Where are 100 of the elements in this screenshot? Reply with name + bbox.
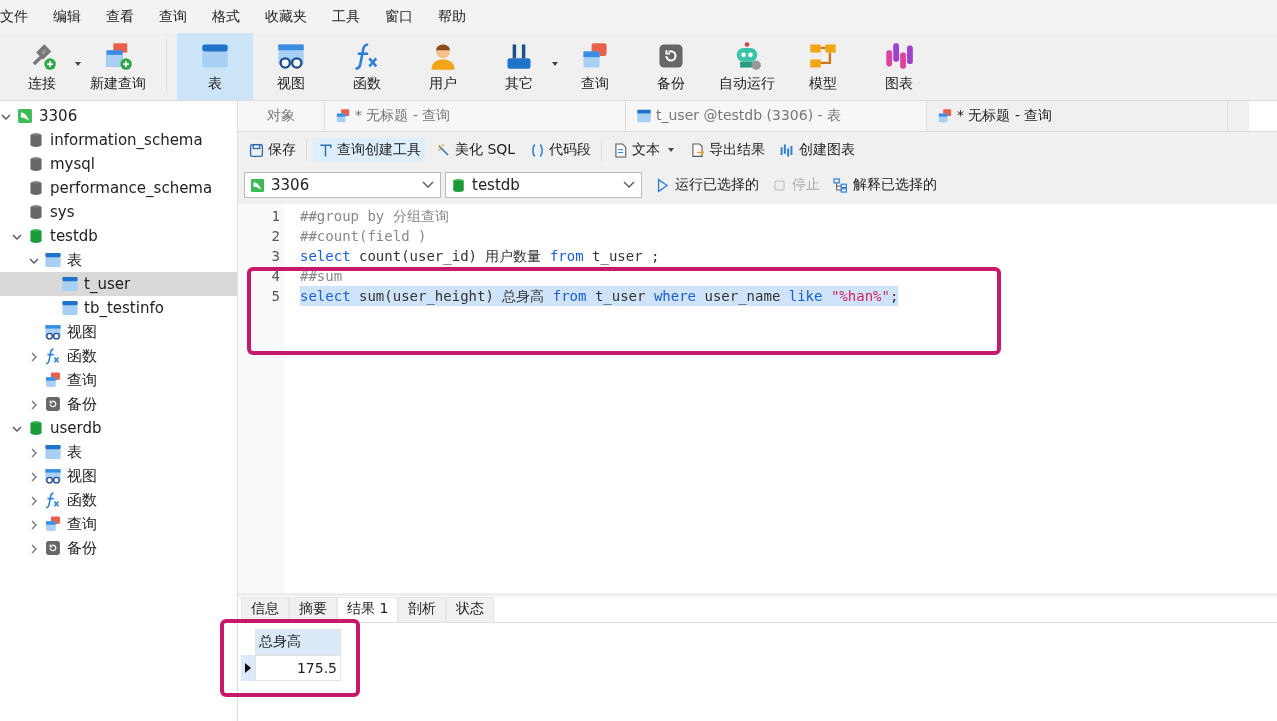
database-icon — [27, 419, 45, 437]
view-icon — [44, 323, 62, 341]
table-icon — [61, 275, 79, 293]
function-icon — [44, 491, 62, 509]
line-number: 3 — [270, 247, 281, 266]
tree-item[interactable]: sys — [0, 200, 237, 224]
toolbar-button[interactable]: 表 — [177, 33, 253, 100]
code-line: ##sum — [300, 267, 344, 286]
menu-item[interactable]: 查看 — [106, 7, 148, 26]
result-tab[interactable]: 剖析 — [398, 597, 447, 622]
query-icon — [580, 40, 610, 71]
menu-item[interactable]: 格式 — [212, 7, 254, 26]
result-tab[interactable]: 结果 1 — [337, 597, 399, 622]
tree-item[interactable]: 备份 — [0, 536, 237, 560]
database-icon — [27, 179, 45, 197]
magic-wand-icon — [435, 141, 452, 159]
tree-item[interactable]: information_schema — [0, 128, 237, 152]
toolbar-button[interactable]: 模型 — [785, 33, 861, 100]
action-button[interactable]: 运行已选择的 — [654, 176, 759, 194]
menu-item[interactable]: 收藏夹 — [265, 7, 321, 26]
code-line: ##count(field ) — [300, 227, 428, 246]
document-tab[interactable]: * 无标题 - 查询 — [325, 101, 626, 131]
tree-item[interactable]: 函数 — [0, 344, 237, 368]
toolbar-button[interactable]: 其它 — [481, 33, 557, 100]
dropdown-caret-icon[interactable] — [74, 61, 82, 67]
bar-chart-icon — [884, 40, 914, 71]
toolbar-button[interactable]: 保存 — [244, 138, 300, 162]
tree-item[interactable]: 视图 — [0, 464, 237, 488]
line-number: 5 — [270, 287, 281, 306]
backup-icon — [44, 395, 62, 413]
save-icon — [248, 141, 265, 159]
tree-item[interactable]: 函数 — [0, 488, 237, 512]
toolbar-button[interactable]: 创建图表 — [775, 138, 860, 162]
toolbar-button[interactable]: 美化 SQL — [431, 138, 520, 162]
query-icon — [335, 108, 351, 124]
tree-item[interactable]: performance_schema — [0, 176, 237, 200]
code-line: select count(user_id) 用户数量 from t_user ; — [300, 247, 661, 266]
tree-item[interactable]: tb_testinfo — [0, 296, 237, 320]
toolbar-button[interactable]: 连接 — [4, 33, 80, 100]
menu-item[interactable]: 工具 — [332, 7, 374, 26]
query-icon — [44, 515, 62, 533]
result-tab[interactable]: 状态 — [446, 597, 495, 622]
tree-item[interactable]: mysql — [0, 152, 237, 176]
line-number: 4 — [270, 267, 281, 286]
tree-item[interactable]: t_user — [0, 272, 237, 296]
tree-item[interactable]: 视图 — [0, 320, 237, 344]
tree-item[interactable]: 3306 — [0, 104, 237, 128]
table-icon — [44, 251, 62, 269]
database-select[interactable]: testdb — [445, 172, 642, 198]
action-button[interactable]: 解释已选择的 — [832, 176, 937, 194]
connection-select[interactable]: 3306 — [244, 172, 441, 198]
tree-item[interactable]: 查询 — [0, 512, 237, 536]
tree-item[interactable]: 备份 — [0, 392, 237, 416]
backup-icon — [44, 539, 62, 557]
tree-item[interactable]: 表 — [0, 440, 237, 464]
query-icon — [937, 108, 953, 124]
table-icon — [44, 443, 62, 461]
menu-item[interactable]: 帮助 — [438, 7, 480, 26]
toolbar-button[interactable]: 导出结果 — [685, 138, 770, 162]
tree-item[interactable]: 表 — [0, 248, 237, 272]
export-icon — [689, 141, 707, 159]
line-number: 1 — [270, 207, 281, 226]
document-tab[interactable]: t_user @testdb (3306) - 表 — [626, 101, 927, 131]
toolbar-button[interactable]: 函数 — [329, 33, 405, 100]
database-icon — [27, 155, 45, 173]
menu-item[interactable]: 窗口 — [385, 7, 427, 26]
connection-icon — [249, 176, 266, 194]
document-tab[interactable]: 对象 — [238, 101, 325, 131]
menu-item[interactable]: 查询 — [159, 7, 201, 26]
menu-item[interactable]: 文件 — [0, 7, 42, 26]
chevron-down-icon — [422, 181, 434, 189]
toolbar-button[interactable]: 代码段 — [525, 138, 596, 162]
empty-tab-area — [1249, 101, 1277, 131]
database-icon — [27, 203, 45, 221]
tree-item[interactable]: 查询 — [0, 368, 237, 392]
toolbar-button[interactable]: 图表 — [861, 33, 937, 100]
toolbar-button[interactable]: 查询 — [557, 33, 633, 100]
tree-item[interactable]: testdb — [0, 224, 237, 248]
dropdown-caret-icon[interactable] — [551, 61, 559, 67]
query-icon — [44, 371, 62, 389]
table-icon — [61, 299, 79, 317]
new-query-icon — [103, 40, 133, 71]
connection-icon — [16, 107, 34, 125]
function-icon — [44, 347, 62, 365]
toolbar-button[interactable]: 查询创建工具 — [313, 138, 425, 162]
toolbar-button[interactable]: 视图 — [253, 33, 329, 100]
column-header[interactable]: 总身高 — [255, 629, 341, 655]
toolbar-button[interactable]: 新建查询 — [80, 33, 156, 100]
code-line: ##group by 分组查询 — [300, 207, 450, 226]
toolbar-button[interactable]: 备份 — [633, 33, 709, 100]
toolbar-button[interactable]: 自动运行 — [709, 33, 785, 100]
menu-item[interactable]: 编辑 — [53, 7, 95, 26]
database-icon — [450, 176, 467, 194]
database-icon — [27, 227, 45, 245]
tree-item[interactable]: userdb — [0, 416, 237, 440]
database-icon — [27, 131, 45, 149]
sql-editor[interactable]: 1 2 3 4 5 ##group by 分组查询 ##count(field ) select count(user_id) 用户数量 from t_user ; ##sum select sum(user_height) 总身高 from t_user where user_name like "%han%"; — [238, 204, 1277, 593]
toolbar-button[interactable]: 文本 — [608, 138, 680, 162]
toolbar-button[interactable]: 用户 — [405, 33, 481, 100]
view-icon — [44, 467, 62, 485]
